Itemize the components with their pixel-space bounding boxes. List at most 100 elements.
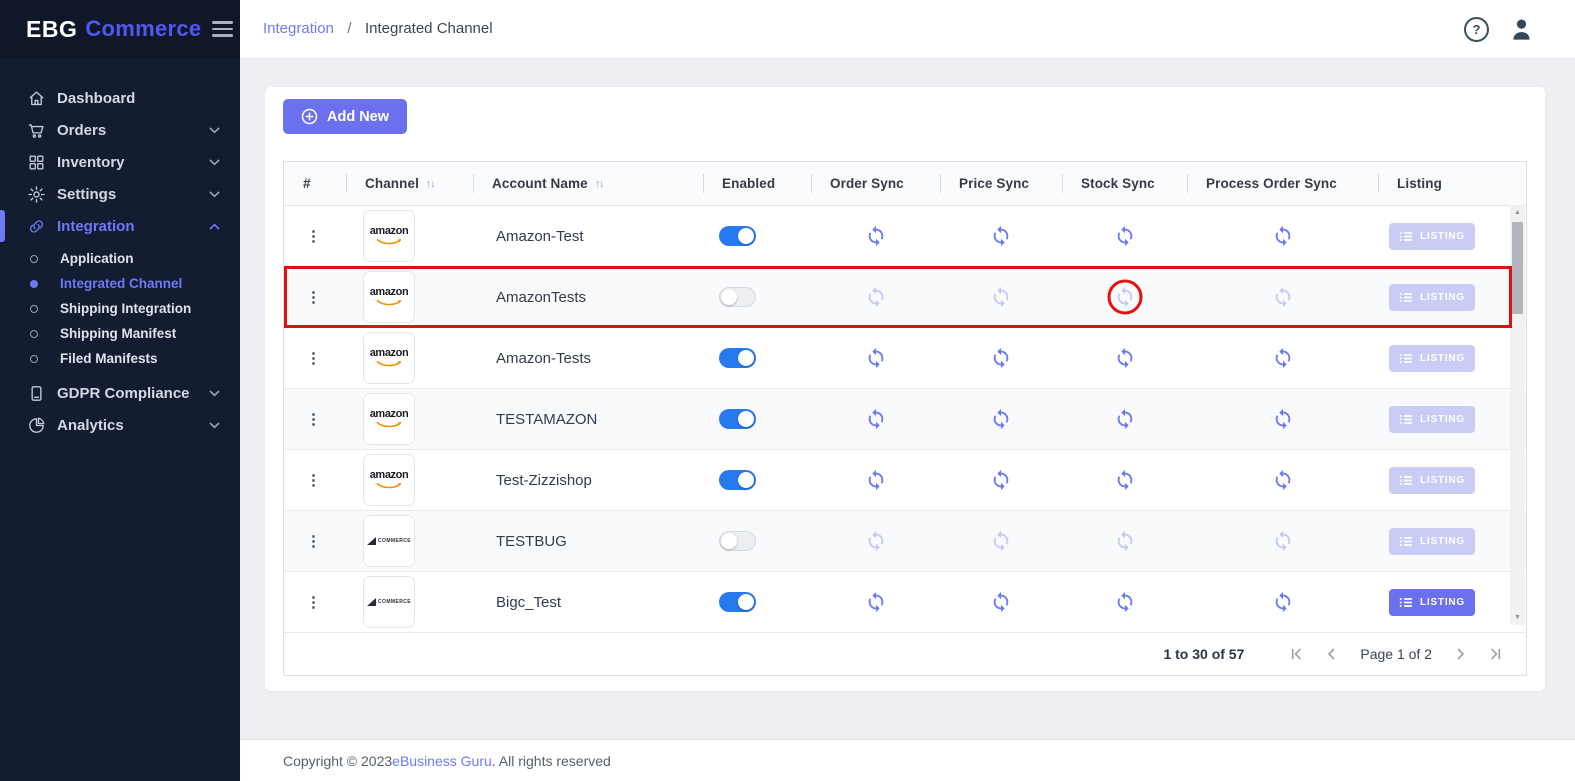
enabled-toggle[interactable] — [719, 287, 756, 307]
breadcrumb-current: Integrated Channel — [364, 20, 493, 37]
sidebar-item-dashboard[interactable]: Dashboard — [0, 82, 240, 114]
cart-icon — [27, 121, 46, 140]
sidebar-item-filed-manifests[interactable]: Filed Manifests — [0, 346, 240, 371]
stock-sync-icon[interactable] — [1114, 469, 1136, 491]
amazon-smile-icon — [375, 299, 403, 307]
sidebar-item-application[interactable]: Application — [0, 246, 240, 271]
stock-sync-icon[interactable] — [1114, 286, 1136, 308]
listing-button[interactable]: LISTING — [1389, 222, 1475, 250]
sidebar-item-integrated-channel[interactable]: Integrated Channel — [0, 271, 240, 296]
order-sync-icon[interactable] — [865, 286, 887, 308]
sidebar-item-gdpr-compliance[interactable]: GDPR Compliance — [0, 377, 240, 409]
row-actions-kebab-icon[interactable]: ⋮ — [306, 412, 321, 427]
pagination-page-label: Page 1 of 2 — [1360, 646, 1432, 662]
order-sync-icon[interactable] — [865, 469, 887, 491]
bigcommerce-logo: COMMERCE — [363, 576, 415, 628]
sidebar-item-settings[interactable]: Settings — [0, 178, 240, 210]
price-sync-icon[interactable] — [990, 530, 1012, 552]
price-sync-icon[interactable] — [990, 591, 1012, 613]
scroll-up-icon[interactable]: ▲ — [1514, 205, 1521, 220]
price-sync-icon[interactable] — [990, 286, 1012, 308]
order-sync-icon[interactable] — [865, 225, 887, 247]
listing-button[interactable]: LISTING — [1389, 588, 1475, 616]
table-scrollbar[interactable]: ▲ ▼ — [1510, 205, 1525, 625]
pie-chart-icon — [27, 416, 46, 435]
sidebar-item-integration[interactable]: Integration — [0, 210, 240, 242]
enabled-toggle[interactable] — [719, 592, 756, 612]
scrollbar-thumb[interactable] — [1512, 222, 1523, 314]
breadcrumb-parent-link[interactable]: Integration — [263, 20, 334, 37]
user-avatar-icon[interactable] — [1508, 16, 1535, 43]
sidebar-item-shipping-manifest[interactable]: Shipping Manifest — [0, 321, 240, 346]
process-order-sync-icon[interactable] — [1272, 408, 1294, 430]
process-order-sync-icon[interactable] — [1272, 225, 1294, 247]
sort-icon[interactable]: ↑↓ — [595, 178, 604, 190]
order-sync-icon[interactable] — [865, 408, 887, 430]
hamburger-menu-icon[interactable] — [212, 21, 234, 37]
stock-sync-icon[interactable] — [1114, 530, 1136, 552]
scroll-down-icon[interactable]: ▼ — [1514, 610, 1521, 625]
row-actions-kebab-icon[interactable]: ⋮ — [306, 229, 321, 244]
listing-button[interactable]: LISTING — [1389, 283, 1475, 311]
help-icon[interactable]: ? — [1464, 16, 1489, 42]
row-actions-kebab-icon[interactable]: ⋮ — [306, 473, 321, 488]
breadcrumb-separator: / — [347, 20, 352, 37]
enabled-toggle[interactable] — [719, 531, 756, 551]
sidebar-item-orders[interactable]: Orders — [0, 114, 240, 146]
column-header-index: # — [303, 176, 311, 191]
enabled-toggle[interactable] — [719, 226, 756, 246]
breadcrumb: Integration / Integrated Channel — [263, 20, 493, 38]
last-page-icon[interactable] — [1489, 648, 1502, 660]
previous-page-icon[interactable] — [1325, 648, 1338, 660]
process-order-sync-icon[interactable] — [1272, 347, 1294, 369]
process-order-sync-icon[interactable] — [1272, 591, 1294, 613]
account-name: Test-Zizzishop — [496, 471, 592, 489]
price-sync-icon[interactable] — [990, 347, 1012, 369]
sidebar-item-inventory[interactable]: Inventory — [0, 146, 240, 178]
account-name: AmazonTests — [496, 288, 587, 306]
process-order-sync-icon[interactable] — [1272, 286, 1294, 308]
sidebar-item-shipping-integration[interactable]: Shipping Integration — [0, 296, 240, 321]
process-order-sync-icon[interactable] — [1272, 469, 1294, 491]
order-sync-icon[interactable] — [865, 530, 887, 552]
stock-sync-icon[interactable] — [1114, 591, 1136, 613]
enabled-toggle[interactable] — [719, 470, 756, 490]
price-sync-icon[interactable] — [990, 225, 1012, 247]
table-header-row: # Channel ↑↓ Account Name ↑↓ Enabled Order… — [284, 162, 1526, 206]
enabled-toggle[interactable] — [719, 409, 756, 429]
row-actions-kebab-icon[interactable]: ⋮ — [306, 595, 321, 610]
page-content: Add New # Channel ↑↓ Account Name ↑↓ Enabl… — [240, 59, 1575, 739]
gear-icon — [27, 185, 46, 204]
sidebar-item-analytics[interactable]: Analytics — [0, 409, 240, 441]
listing-button[interactable]: LISTING — [1389, 466, 1475, 494]
amazon-smile-icon — [375, 421, 403, 429]
row-actions-kebab-icon[interactable]: ⋮ — [306, 290, 321, 305]
price-sync-icon[interactable] — [990, 408, 1012, 430]
stock-sync-icon[interactable] — [1114, 225, 1136, 247]
sidebar-item-label: Analytics — [57, 416, 124, 434]
top-bar: Integration / Integrated Channel ? — [240, 0, 1575, 59]
price-sync-icon[interactable] — [990, 469, 1012, 491]
row-actions-kebab-icon[interactable]: ⋮ — [306, 351, 321, 366]
add-new-button[interactable]: Add New — [283, 99, 408, 134]
listing-button[interactable]: LISTING — [1389, 344, 1475, 372]
table-row: ⋮ amazon Test-Zizzishop LISTING — [284, 450, 1526, 511]
order-sync-icon[interactable] — [865, 347, 887, 369]
first-page-icon[interactable] — [1290, 648, 1303, 660]
listing-button[interactable]: LISTING — [1389, 405, 1475, 433]
stock-sync-icon[interactable] — [1114, 408, 1136, 430]
process-order-sync-icon[interactable] — [1272, 530, 1294, 552]
stock-sync-icon[interactable] — [1114, 347, 1136, 369]
amazon-logo: amazon — [363, 393, 415, 445]
sort-icon[interactable]: ↑↓ — [426, 178, 435, 190]
bullet-icon — [30, 254, 38, 263]
column-header-process-order-sync: Process Order Sync — [1187, 162, 1378, 205]
next-page-icon[interactable] — [1454, 648, 1467, 660]
enabled-toggle[interactable] — [719, 348, 756, 368]
row-actions-kebab-icon[interactable]: ⋮ — [306, 534, 321, 549]
amazon-logo: amazon — [363, 271, 415, 323]
table-row: ⋮ COMMERCE Bigc_Test LISTING — [284, 572, 1526, 633]
ebusiness-guru-link[interactable]: eBusiness Guru — [392, 753, 492, 769]
listing-button[interactable]: LISTING — [1389, 527, 1475, 555]
order-sync-icon[interactable] — [865, 591, 887, 613]
